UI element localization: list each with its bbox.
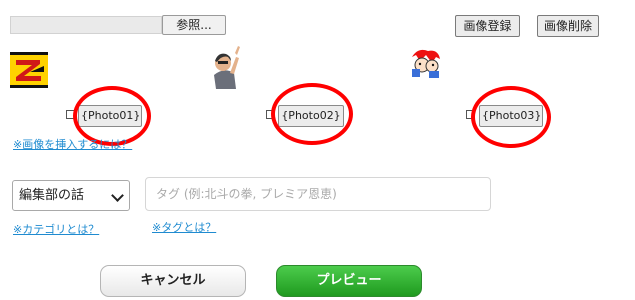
chevron-down-icon [111, 189, 124, 202]
preview-button[interactable]: プレビュー [276, 265, 422, 297]
category-select[interactable]: 編集部の話 [12, 180, 130, 211]
category-help-link[interactable]: ※カテゴリとは？ [13, 221, 99, 237]
photo01-button[interactable]: {Photo01} [78, 105, 142, 127]
tag-help-link[interactable]: ※タグとは？ [152, 219, 216, 235]
delete-image-button[interactable]: 画像削除 [537, 15, 599, 37]
insert-image-help-link[interactable]: ※画像を挿入するには？ [13, 136, 132, 152]
man-pointing-thumbnail[interactable] [206, 43, 244, 89]
photo01-checkbox[interactable] [66, 110, 75, 119]
browse-button[interactable]: 参照... [162, 15, 226, 35]
photo03-checkbox[interactable] [466, 110, 475, 119]
z-logo-thumbnail[interactable] [10, 52, 48, 88]
tag-input[interactable]: タグ (例:北斗の拳, プレミア恩恵) [145, 177, 491, 211]
cancel-button[interactable]: キャンセル [100, 265, 246, 297]
cartoon-character-thumbnail[interactable] [408, 45, 443, 79]
file-path-field[interactable] [10, 16, 162, 34]
register-image-button[interactable]: 画像登録 [455, 15, 520, 37]
photo02-checkbox[interactable] [266, 110, 275, 119]
photo03-button[interactable]: {Photo03} [479, 105, 543, 127]
photo02-button[interactable]: {Photo02} [278, 105, 344, 127]
category-select-value: 編集部の話 [19, 188, 85, 203]
